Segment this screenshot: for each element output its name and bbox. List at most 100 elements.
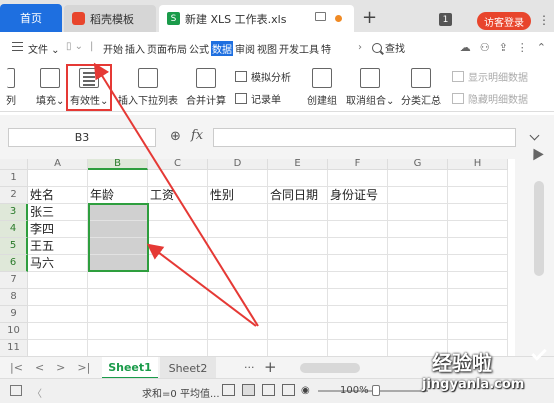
visitor-login-button[interactable]: 访客登录 — [477, 12, 531, 30]
horizontal-scrollbar-thumb[interactable] — [300, 363, 360, 373]
cell-g1[interactable] — [388, 170, 448, 187]
cell-g3[interactable] — [388, 204, 448, 221]
page-break-view-icon[interactable] — [282, 384, 295, 396]
cell-f5[interactable] — [328, 238, 388, 255]
cell-c6[interactable] — [148, 255, 208, 272]
eye-icon[interactable]: ◉ — [301, 385, 310, 396]
ribbon-fill-button[interactable]: 填充⌄ — [36, 68, 64, 107]
cell-f9[interactable] — [328, 306, 388, 323]
cell-d6[interactable] — [208, 255, 268, 272]
menu-tab-developer[interactable]: 开发工具 — [279, 41, 319, 56]
cell-f10[interactable] — [328, 323, 388, 340]
cell-e3[interactable] — [268, 204, 328, 221]
name-box[interactable]: B3 — [8, 128, 156, 147]
zoom-search-icon[interactable]: ⊕ — [170, 129, 181, 144]
menu-icon-group[interactable]: ▯ ⌄ — [66, 41, 83, 52]
cell-a4[interactable]: 李四 — [28, 221, 88, 238]
cell-h4[interactable] — [448, 221, 508, 238]
menu-tab-home[interactable]: 开始 — [103, 41, 123, 56]
page-layout-view-icon[interactable] — [262, 384, 275, 396]
cell-e5[interactable] — [268, 238, 328, 255]
cell-d1[interactable] — [208, 170, 268, 187]
row-header-8[interactable]: 8 — [0, 289, 28, 306]
cell-f7[interactable] — [328, 272, 388, 289]
cell-e4[interactable] — [268, 221, 328, 238]
share-icon[interactable]: ⇪ — [499, 41, 508, 54]
cell-e10[interactable] — [268, 323, 328, 340]
menu-more-icon[interactable]: ⋮ — [517, 41, 528, 54]
row-header-3[interactable]: 3 — [0, 204, 28, 221]
cell-a8[interactable] — [28, 289, 88, 306]
column-header-b[interactable]: B — [88, 159, 148, 170]
cell-c8[interactable] — [148, 289, 208, 306]
cell-h9[interactable] — [448, 306, 508, 323]
cell-g5[interactable] — [388, 238, 448, 255]
menu-tab-page-layout[interactable]: 页面布局 — [147, 41, 187, 56]
cell-g4[interactable] — [388, 221, 448, 238]
column-header-a[interactable]: A — [28, 159, 88, 170]
column-header-d[interactable]: D — [208, 159, 268, 170]
menu-tab-formulas[interactable]: 公式 — [189, 41, 209, 56]
cell-d4[interactable] — [208, 221, 268, 238]
cell-h5[interactable] — [448, 238, 508, 255]
cell-b3[interactable] — [88, 204, 148, 221]
cell-a7[interactable] — [28, 272, 88, 289]
menu-tab-insert[interactable]: 插入 — [125, 41, 145, 56]
cell-c11[interactable] — [148, 340, 208, 356]
column-header-f[interactable]: F — [328, 159, 388, 170]
fx-icon[interactable]: fx — [191, 128, 203, 143]
expand-formula-chevron-icon[interactable] — [529, 130, 540, 141]
cell-b5[interactable] — [88, 238, 148, 255]
cell-e11[interactable] — [268, 340, 328, 356]
column-header-e[interactable]: E — [268, 159, 328, 170]
cell-e2[interactable]: 合同日期 — [268, 187, 328, 204]
cell-g11[interactable] — [388, 340, 448, 356]
cell-a10[interactable] — [28, 323, 88, 340]
cell-a9[interactable] — [28, 306, 88, 323]
ribbon-insert-dropdown-button[interactable]: 插入下拉列表 — [118, 68, 178, 107]
cell-d5[interactable] — [208, 238, 268, 255]
row-header-5[interactable]: 5 — [0, 238, 28, 255]
cell-c4[interactable] — [148, 221, 208, 238]
cloud-icon[interactable]: ☁ — [460, 41, 471, 54]
sheet-tab-1[interactable]: Sheet1 — [102, 357, 158, 379]
cell-h1[interactable] — [448, 170, 508, 187]
formula-input[interactable] — [213, 128, 516, 147]
cell-d9[interactable] — [208, 306, 268, 323]
cell-f3[interactable] — [328, 204, 388, 221]
select-all-corner[interactable] — [0, 159, 28, 170]
cell-g2[interactable] — [388, 187, 448, 204]
cell-g10[interactable] — [388, 323, 448, 340]
menu-tab-data[interactable]: 数据 — [211, 41, 233, 56]
cell-f6[interactable] — [328, 255, 388, 272]
view-icon[interactable] — [222, 384, 235, 396]
horizontal-scrollbar[interactable] — [300, 363, 500, 373]
next-sheet-icon[interactable]: > — [56, 361, 65, 374]
ribbon-columns-button[interactable]: 列 — [6, 68, 16, 107]
cell-c3[interactable] — [148, 204, 208, 221]
cell-a6[interactable]: 马六 — [28, 255, 88, 272]
cell-c1[interactable] — [148, 170, 208, 187]
cell-b9[interactable] — [88, 306, 148, 323]
cell-g7[interactable] — [388, 272, 448, 289]
ribbon-create-group-button[interactable]: 创建组 — [307, 68, 337, 107]
cell-f8[interactable] — [328, 289, 388, 306]
ribbon-hide-detail-button[interactable]: 隐藏明细数据 — [452, 91, 528, 106]
first-sheet-icon[interactable]: |< — [10, 361, 23, 374]
ribbon-what-if-button[interactable]: 模拟分析 — [235, 69, 291, 84]
search-button[interactable]: 查找 — [372, 40, 405, 55]
cell-h11[interactable] — [448, 340, 508, 356]
menu-more-chevron-icon[interactable]: › — [358, 42, 362, 53]
cell-b2[interactable]: 年龄 — [88, 187, 148, 204]
cell-e8[interactable] — [268, 289, 328, 306]
add-sheet-button[interactable]: + — [264, 358, 277, 376]
people-icon[interactable]: ⚇ — [480, 41, 490, 54]
menu-tab-view[interactable]: 视图 — [257, 41, 277, 56]
row-header-1[interactable]: 1 — [0, 170, 28, 187]
last-sheet-icon[interactable]: >| — [77, 361, 90, 374]
cell-g9[interactable] — [388, 306, 448, 323]
cell-b4[interactable] — [88, 221, 148, 238]
hamburger-icon[interactable] — [12, 42, 23, 51]
cell-g8[interactable] — [388, 289, 448, 306]
cell-h7[interactable] — [448, 272, 508, 289]
